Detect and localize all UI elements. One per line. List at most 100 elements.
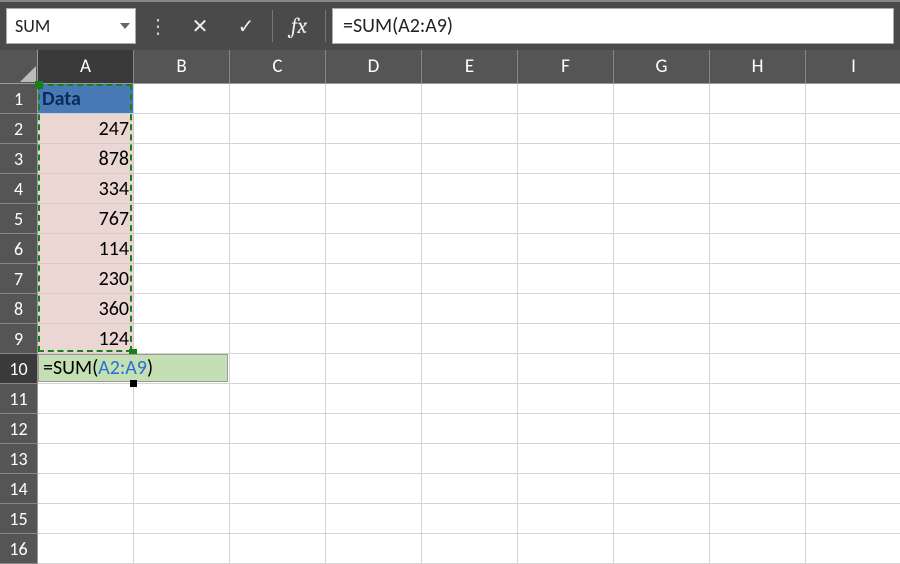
cell-E13[interactable] (422, 444, 518, 474)
cell-H1[interactable] (710, 84, 806, 114)
row-header-15[interactable]: 15 (0, 504, 38, 534)
cell-G10[interactable] (614, 354, 710, 384)
cell-G12[interactable] (614, 414, 710, 444)
cell-C7[interactable] (230, 264, 326, 294)
cell-D6[interactable] (326, 234, 422, 264)
cell-H9[interactable] (710, 324, 806, 354)
cell-G5[interactable] (614, 204, 710, 234)
cell-G6[interactable] (614, 234, 710, 264)
cell-I13[interactable] (806, 444, 900, 474)
row-header-11[interactable]: 11 (0, 384, 38, 414)
cell-D5[interactable] (326, 204, 422, 234)
cell-E11[interactable] (422, 384, 518, 414)
row-header-1[interactable]: 1 (0, 84, 38, 114)
cell-G9[interactable] (614, 324, 710, 354)
cell-F7[interactable] (518, 264, 614, 294)
cell-C3[interactable] (230, 144, 326, 174)
name-box[interactable]: SUM (6, 8, 136, 44)
cell-E10[interactable] (422, 354, 518, 384)
cell-D2[interactable] (326, 114, 422, 144)
cell-G8[interactable] (614, 294, 710, 324)
cell-B1[interactable] (134, 84, 230, 114)
cell-D4[interactable] (326, 174, 422, 204)
cell-I15[interactable] (806, 504, 900, 534)
cell-B2[interactable] (134, 114, 230, 144)
cell-F5[interactable] (518, 204, 614, 234)
row-header-5[interactable]: 5 (0, 204, 38, 234)
cell-E2[interactable] (422, 114, 518, 144)
cell-B7[interactable] (134, 264, 230, 294)
cell-C8[interactable] (230, 294, 326, 324)
cell-B3[interactable] (134, 144, 230, 174)
cell-F6[interactable] (518, 234, 614, 264)
cell-A8[interactable]: 360 (38, 294, 134, 324)
cell-F16[interactable] (518, 534, 614, 564)
cell-D3[interactable] (326, 144, 422, 174)
cell-H2[interactable] (710, 114, 806, 144)
cell-D8[interactable] (326, 294, 422, 324)
cell-H16[interactable] (710, 534, 806, 564)
cell-C5[interactable] (230, 204, 326, 234)
cell-E6[interactable] (422, 234, 518, 264)
cell-A1[interactable]: Data (38, 84, 134, 114)
cancel-button[interactable]: ✕ (180, 8, 220, 44)
cell-C15[interactable] (230, 504, 326, 534)
cell-C13[interactable] (230, 444, 326, 474)
row-header-3[interactable]: 3 (0, 144, 38, 174)
cell-H8[interactable] (710, 294, 806, 324)
cell-E1[interactable] (422, 84, 518, 114)
cell-I14[interactable] (806, 474, 900, 504)
column-header-F[interactable]: F (518, 50, 614, 84)
cell-G1[interactable] (614, 84, 710, 114)
cell-G7[interactable] (614, 264, 710, 294)
cell-D10[interactable] (326, 354, 422, 384)
row-header-12[interactable]: 12 (0, 414, 38, 444)
cell-H4[interactable] (710, 174, 806, 204)
cell-C11[interactable] (230, 384, 326, 414)
cell-D12[interactable] (326, 414, 422, 444)
cell-I8[interactable] (806, 294, 900, 324)
cell-C4[interactable] (230, 174, 326, 204)
cell-H11[interactable] (710, 384, 806, 414)
cell-I12[interactable] (806, 414, 900, 444)
cell-H10[interactable] (710, 354, 806, 384)
row-header-6[interactable]: 6 (0, 234, 38, 264)
cell-B16[interactable] (134, 534, 230, 564)
cell-E14[interactable] (422, 474, 518, 504)
row-header-8[interactable]: 8 (0, 294, 38, 324)
cell-H6[interactable] (710, 234, 806, 264)
cell-B15[interactable] (134, 504, 230, 534)
cell-E5[interactable] (422, 204, 518, 234)
cell-C1[interactable] (230, 84, 326, 114)
cell-I6[interactable] (806, 234, 900, 264)
cell-H14[interactable] (710, 474, 806, 504)
cell-A2[interactable]: 247 (38, 114, 134, 144)
cell-C2[interactable] (230, 114, 326, 144)
cell-G16[interactable] (614, 534, 710, 564)
cell-D11[interactable] (326, 384, 422, 414)
row-header-16[interactable]: 16 (0, 534, 38, 564)
row-header-10[interactable]: 10 (0, 354, 38, 384)
cell-D1[interactable] (326, 84, 422, 114)
column-header-C[interactable]: C (230, 50, 326, 84)
cell-E9[interactable] (422, 324, 518, 354)
cell-I2[interactable] (806, 114, 900, 144)
cell-D7[interactable] (326, 264, 422, 294)
column-header-D[interactable]: D (326, 50, 422, 84)
cell-B14[interactable] (134, 474, 230, 504)
column-header-H[interactable]: H (710, 50, 806, 84)
cell-E7[interactable] (422, 264, 518, 294)
column-header-A[interactable]: A (38, 50, 134, 84)
cell-A4[interactable]: 334 (38, 174, 134, 204)
cell-H15[interactable] (710, 504, 806, 534)
cell-B5[interactable] (134, 204, 230, 234)
cell-F3[interactable] (518, 144, 614, 174)
cell-B11[interactable] (134, 384, 230, 414)
cell-C10[interactable] (230, 354, 326, 384)
cell-F4[interactable] (518, 174, 614, 204)
column-header-G[interactable]: G (614, 50, 710, 84)
cell-B6[interactable] (134, 234, 230, 264)
cell-E15[interactable] (422, 504, 518, 534)
cell-I11[interactable] (806, 384, 900, 414)
cell-I9[interactable] (806, 324, 900, 354)
